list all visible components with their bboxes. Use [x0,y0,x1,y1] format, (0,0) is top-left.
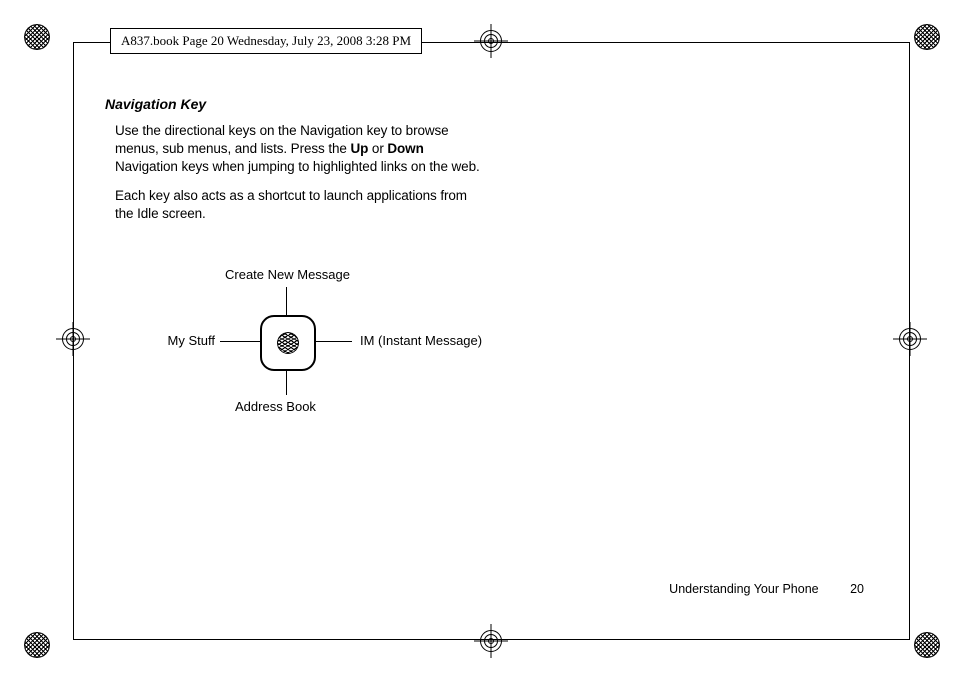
registration-mark-icon [62,328,84,350]
bold-down: Down [387,141,423,156]
crop-roundel-icon [914,632,940,658]
diagram-label-right: IM (Instant Message) [360,333,482,348]
footer-chapter: Understanding Your Phone [669,582,818,596]
leader-line [312,341,352,342]
footer-page-number: 20 [850,582,864,596]
registration-mark-icon [480,630,502,652]
leader-line [286,287,287,315]
leader-line [286,367,287,395]
diagram-label-left: My Stuff [160,333,215,348]
document-tag: A837.book Page 20 Wednesday, July 23, 20… [110,28,422,54]
section-heading: Navigation Key [105,96,485,112]
leader-line [220,341,260,342]
crop-roundel-icon [24,24,50,50]
nav-key-diagram: Create New Message Address Book My Stuff… [120,255,460,455]
page-footer: Understanding Your Phone 20 [669,582,864,596]
content-column: Navigation Key Use the directional keys … [105,96,485,233]
registration-mark-icon [899,328,921,350]
bold-up: Up [350,141,368,156]
diagram-label-up: Create New Message [225,267,350,282]
text-run: Navigation keys when jumping to highligh… [115,159,480,174]
nav-key-icon [260,315,316,371]
body-paragraph: Use the directional keys on the Navigati… [115,122,485,177]
crop-roundel-icon [24,632,50,658]
diagram-label-down: Address Book [235,399,316,414]
registration-mark-icon [480,30,502,52]
text-run: or [368,141,387,156]
nav-key-center-icon [277,332,299,354]
body-paragraph: Each key also acts as a shortcut to laun… [115,187,485,223]
crop-roundel-icon [914,24,940,50]
